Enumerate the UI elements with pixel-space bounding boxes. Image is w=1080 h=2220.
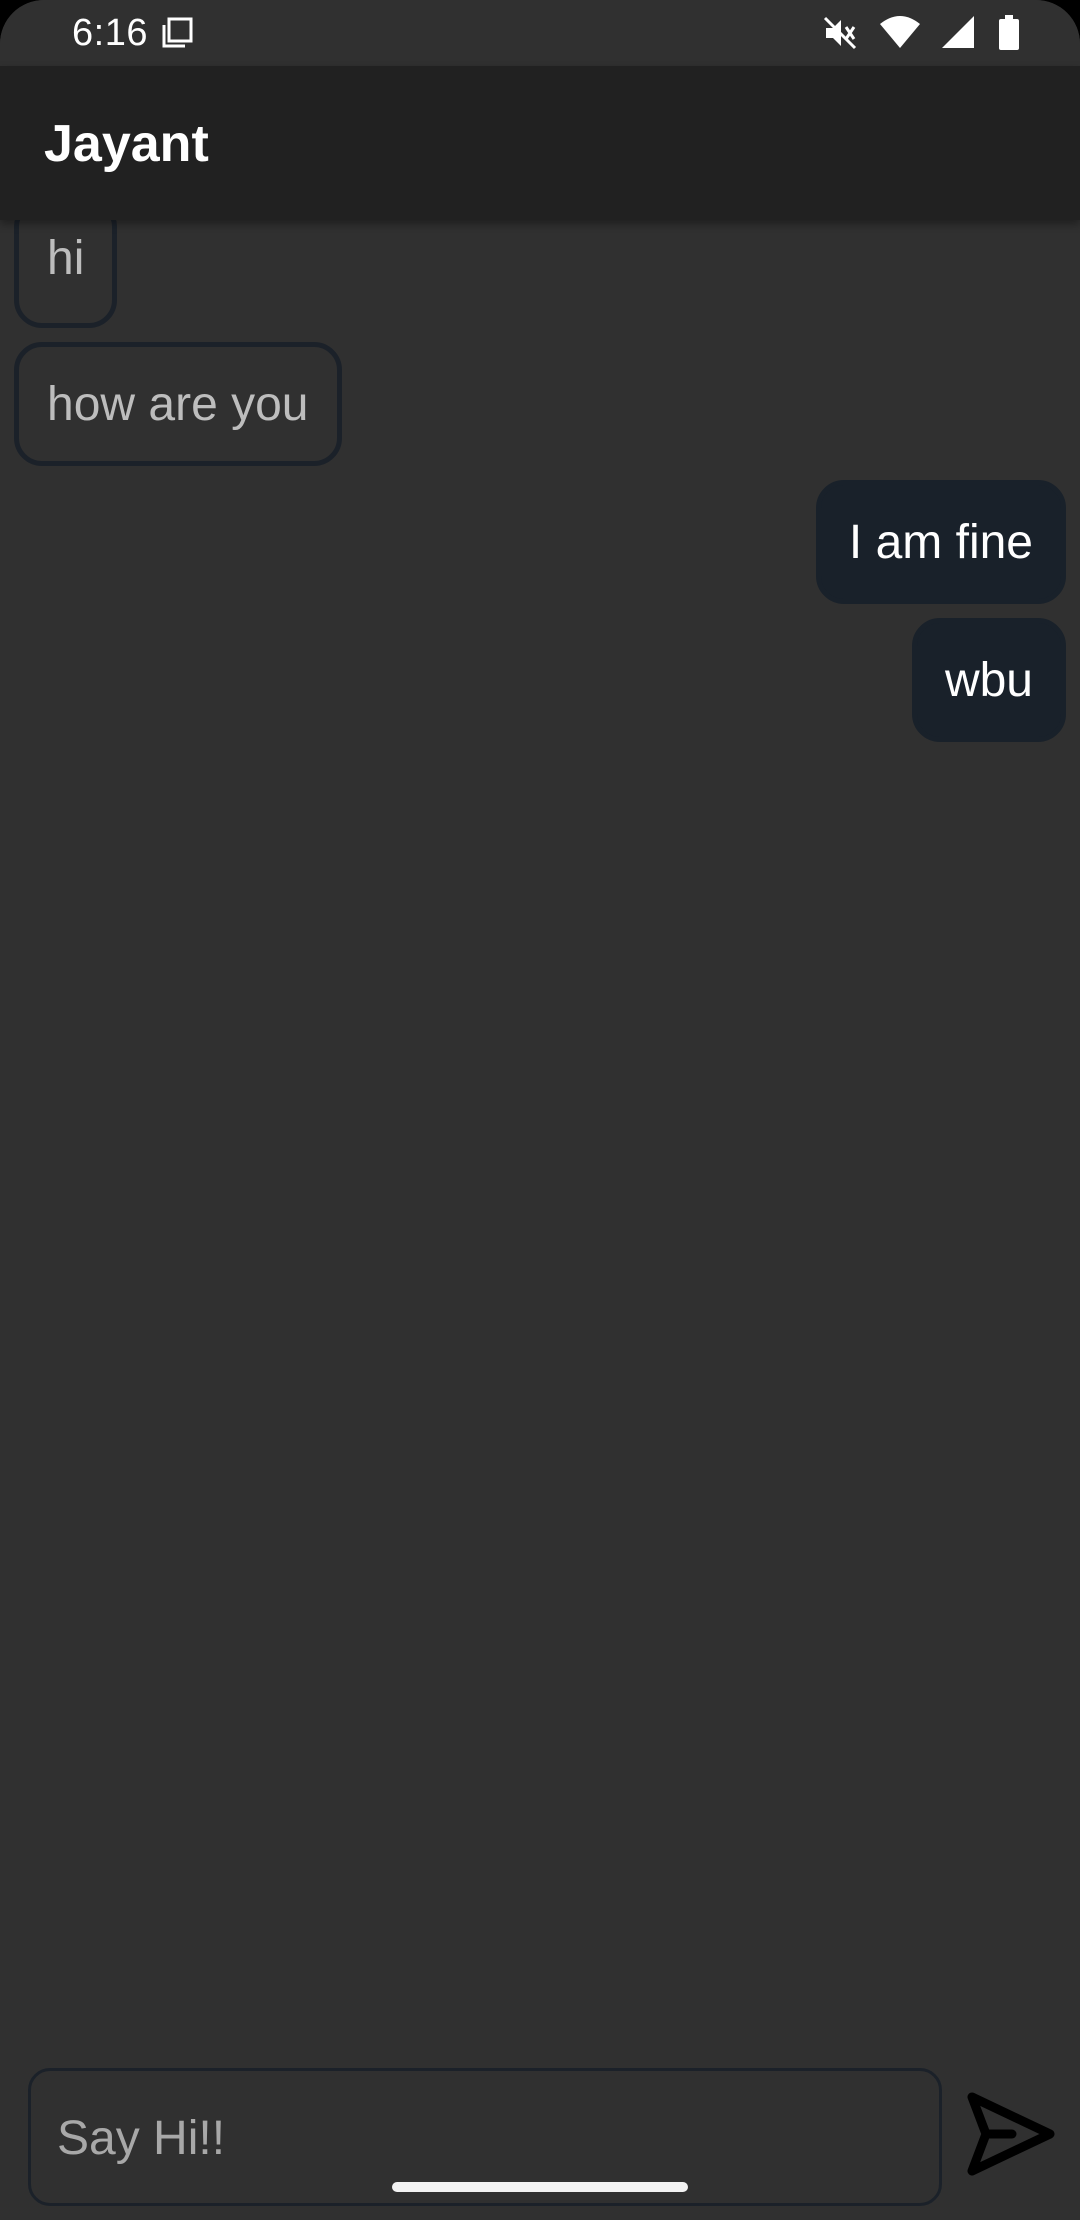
status-icons: [822, 14, 1020, 52]
wifi-icon: [880, 14, 920, 52]
message-sent: wbu: [911, 618, 1066, 742]
send-icon: [964, 2091, 1056, 2182]
send-button[interactable]: [960, 2088, 1060, 2184]
message-received: hi: [14, 204, 118, 328]
page-title: Jayant: [44, 115, 209, 173]
message-input[interactable]: [55, 2101, 919, 2175]
home-indicator[interactable]: [392, 2182, 688, 2192]
message-sent: I am fine: [815, 480, 1066, 604]
message-list[interactable]: hi how are you I am fine wbu: [0, 204, 1080, 2060]
message-received: how are you: [14, 342, 342, 466]
status-time: 6:16: [72, 12, 148, 54]
chat-screen: 6:16 Jayant hi how are you I am fine wbu…: [0, 0, 1080, 2220]
mute-icon: [822, 14, 858, 52]
app-bar: Jayant: [0, 66, 1080, 220]
screenshot-icon: [160, 16, 194, 50]
cell-signal-icon: [942, 14, 976, 52]
battery-icon: [998, 14, 1020, 52]
status-bar: 6:16: [0, 0, 1080, 66]
